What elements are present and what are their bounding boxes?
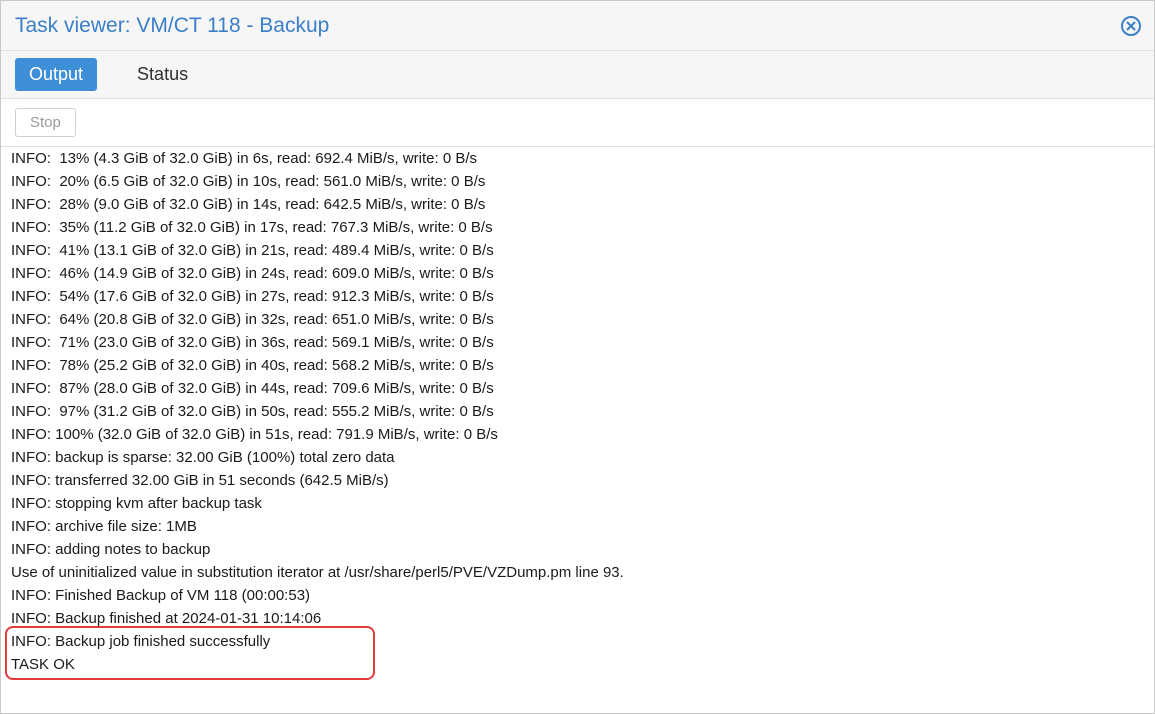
log-line: INFO: backup is sparse: 32.00 GiB (100%)… <box>1 446 1154 469</box>
log-line: INFO: 41% (13.1 GiB of 32.0 GiB) in 21s,… <box>1 239 1154 262</box>
log-line: INFO: Backup finished at 2024-01-31 10:1… <box>1 607 1154 630</box>
tabs-bar: Output Status <box>1 51 1154 99</box>
log-line: INFO: 13% (4.3 GiB of 32.0 GiB) in 6s, r… <box>1 147 1154 170</box>
log-output[interactable]: INFO: 0% (2.2 GiB of 32.0 GiB) in 5s, re… <box>1 147 1154 713</box>
log-line: INFO: 20% (6.5 GiB of 32.0 GiB) in 10s, … <box>1 170 1154 193</box>
log-line: INFO: 78% (25.2 GiB of 32.0 GiB) in 40s,… <box>1 354 1154 377</box>
log-inner: INFO: 0% (2.2 GiB of 32.0 GiB) in 5s, re… <box>1 147 1154 676</box>
log-line: INFO: 54% (17.6 GiB of 32.0 GiB) in 27s,… <box>1 285 1154 308</box>
titlebar: Task viewer: VM/CT 118 - Backup <box>1 1 1154 51</box>
log-line: INFO: 64% (20.8 GiB of 32.0 GiB) in 32s,… <box>1 308 1154 331</box>
tab-status[interactable]: Status <box>123 58 202 91</box>
log-line: INFO: Backup job finished successfully <box>1 630 1154 653</box>
log-line: INFO: transferred 32.00 GiB in 51 second… <box>1 469 1154 492</box>
log-line: TASK OK <box>1 653 1154 676</box>
window-title: Task viewer: VM/CT 118 - Backup <box>15 14 329 38</box>
content-area: INFO: 0% (2.2 GiB of 32.0 GiB) in 5s, re… <box>1 147 1154 713</box>
log-line: INFO: stopping kvm after backup task <box>1 492 1154 515</box>
log-line: Use of uninitialized value in substituti… <box>1 561 1154 584</box>
log-line: INFO: adding notes to backup <box>1 538 1154 561</box>
log-line: INFO: archive file size: 1MB <box>1 515 1154 538</box>
tab-output[interactable]: Output <box>15 58 97 91</box>
log-line: INFO: 100% (32.0 GiB of 32.0 GiB) in 51s… <box>1 423 1154 446</box>
toolbar: Stop <box>1 99 1154 147</box>
log-line: INFO: 71% (23.0 GiB of 32.0 GiB) in 36s,… <box>1 331 1154 354</box>
log-line: INFO: 87% (28.0 GiB of 32.0 GiB) in 44s,… <box>1 377 1154 400</box>
log-line: INFO: 35% (11.2 GiB of 32.0 GiB) in 17s,… <box>1 216 1154 239</box>
log-line: INFO: 28% (9.0 GiB of 32.0 GiB) in 14s, … <box>1 193 1154 216</box>
stop-button[interactable]: Stop <box>15 108 76 137</box>
log-line: INFO: Finished Backup of VM 118 (00:00:5… <box>1 584 1154 607</box>
task-viewer-window: Task viewer: VM/CT 118 - Backup Output S… <box>0 0 1155 714</box>
close-icon[interactable] <box>1120 15 1142 37</box>
log-line: INFO: 46% (14.9 GiB of 32.0 GiB) in 24s,… <box>1 262 1154 285</box>
log-line: INFO: 97% (31.2 GiB of 32.0 GiB) in 50s,… <box>1 400 1154 423</box>
